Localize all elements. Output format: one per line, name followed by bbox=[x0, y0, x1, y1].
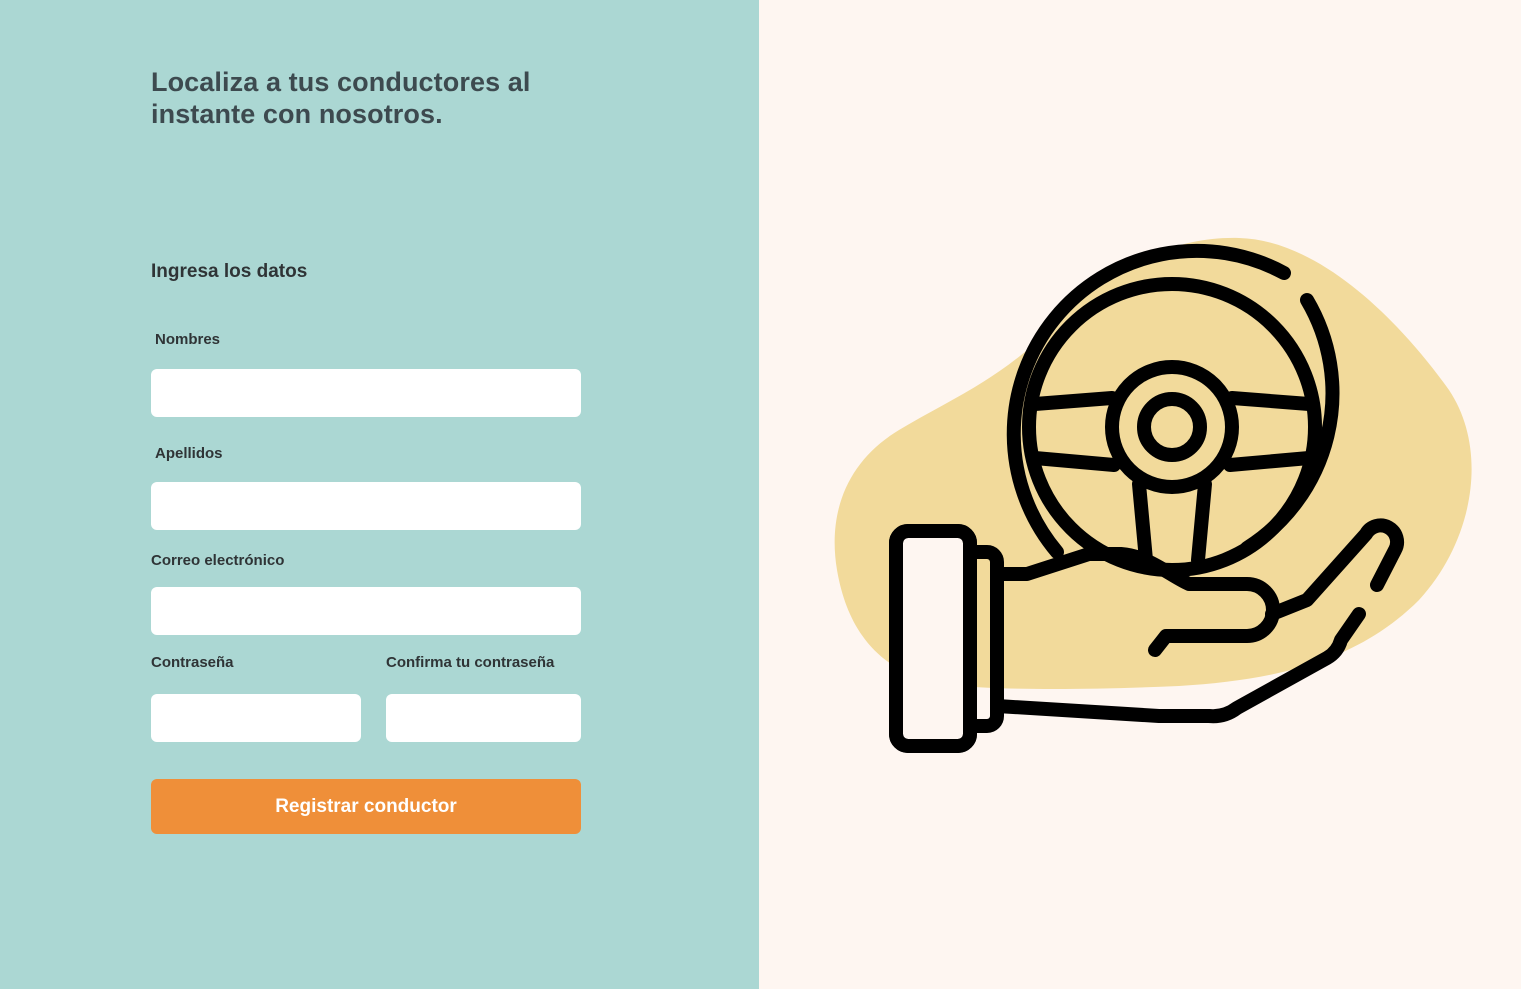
registration-panel: Localiza a tus conductores al instante c… bbox=[0, 0, 759, 989]
page-headline: Localiza a tus conductores al instante c… bbox=[151, 67, 531, 129]
correo-label: Correo electrónico bbox=[151, 552, 285, 569]
form-title: Ingresa los datos bbox=[151, 261, 308, 282]
nombres-label: Nombres bbox=[155, 331, 221, 348]
register-driver-button[interactable]: Registrar conductor bbox=[151, 779, 581, 834]
illustration-panel bbox=[759, 0, 1521, 989]
steering-wheel-hand-icon bbox=[834, 237, 1472, 753]
email-input[interactable] bbox=[151, 587, 581, 635]
nombres-input[interactable] bbox=[151, 369, 581, 417]
sleeve-cuff bbox=[889, 524, 977, 753]
apellidos-input[interactable] bbox=[151, 482, 581, 530]
confirm-password-label: Confirma tu contraseña bbox=[386, 654, 555, 671]
confirm-password-input[interactable] bbox=[386, 694, 581, 742]
password-label: Contraseña bbox=[151, 654, 234, 671]
apellidos-label: Apellidos bbox=[155, 445, 223, 462]
password-input[interactable] bbox=[151, 694, 361, 742]
